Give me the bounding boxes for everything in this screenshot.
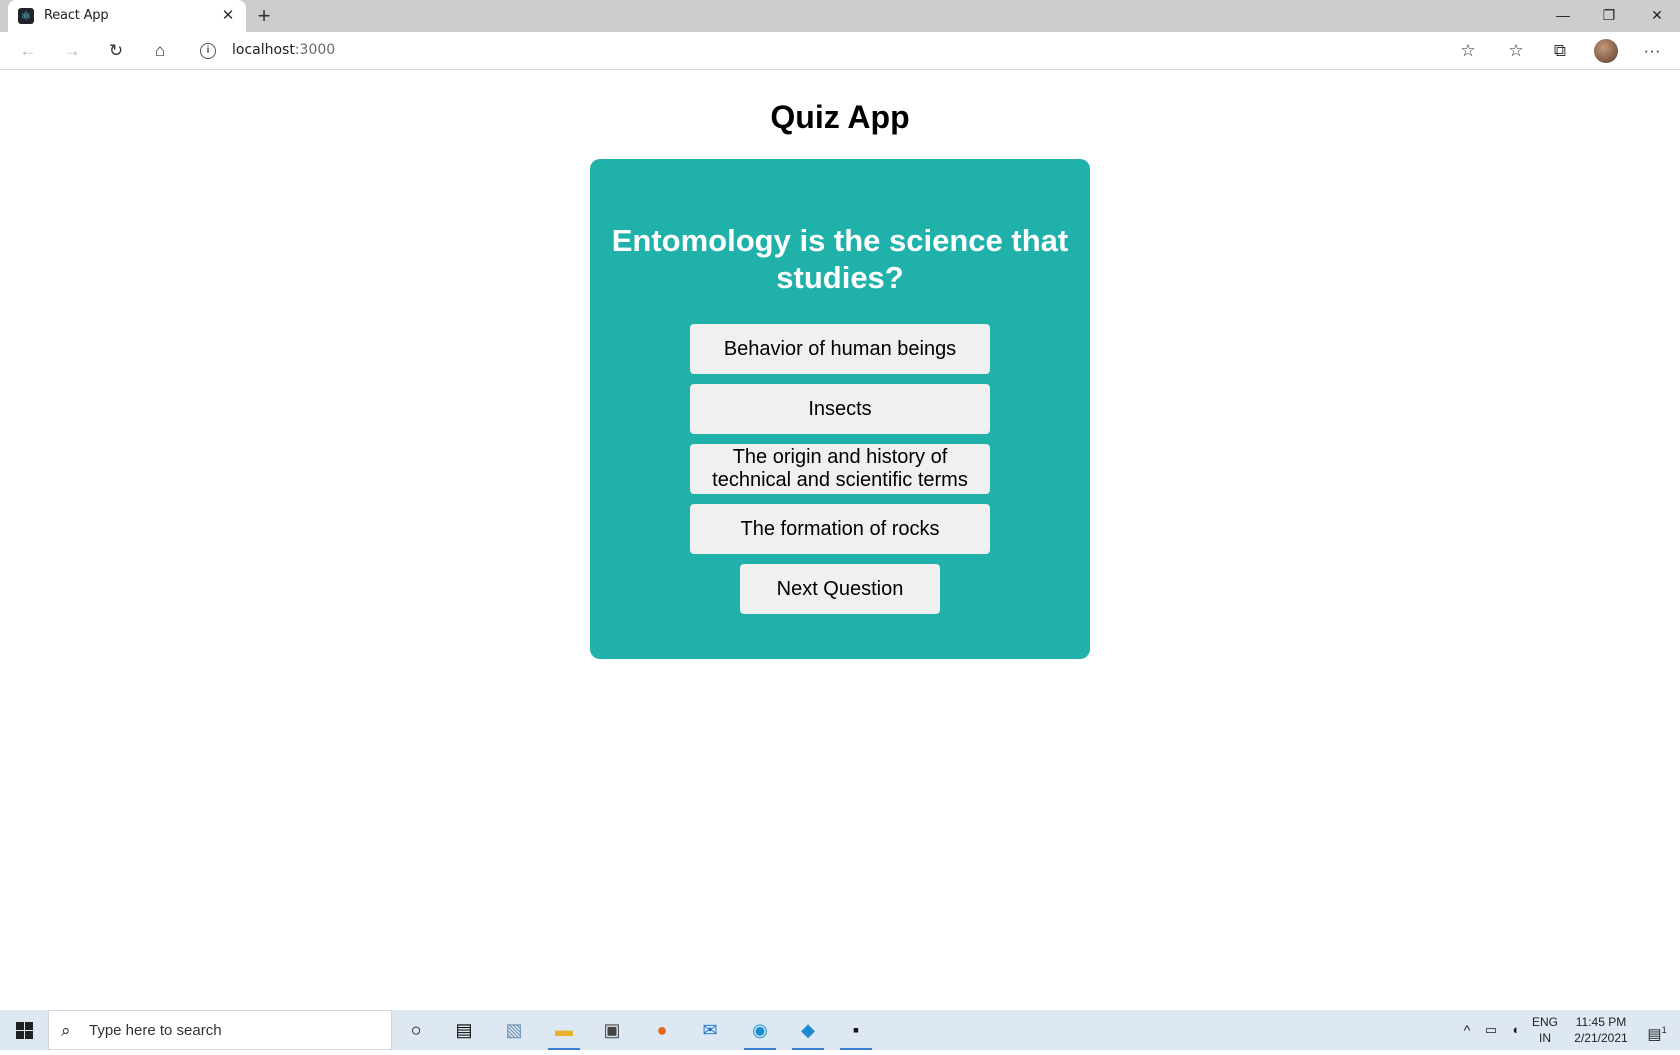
firefox-icon[interactable]: ● — [642, 1015, 682, 1045]
profile-avatar[interactable] — [1594, 39, 1618, 63]
start-button[interactable] — [0, 1010, 48, 1050]
quiz-card: Entomology is the science that studies? … — [590, 159, 1090, 659]
edge-icon[interactable]: ◉ — [740, 1015, 780, 1050]
network-icon[interactable]: ▭ — [1480, 1010, 1502, 1050]
photos-icon[interactable]: ▧ — [494, 1015, 534, 1045]
windows-logo-icon — [15, 1021, 33, 1039]
address-url[interactable]: localhost:3000 — [232, 42, 335, 58]
search-placeholder: Type here to search — [89, 1022, 222, 1039]
file-explorer-icon[interactable]: ▬ — [544, 1015, 584, 1050]
search-icon: ⌕ — [61, 1021, 71, 1040]
react-favicon-icon: ⚛ — [18, 8, 34, 24]
language-code: ENG — [1531, 1015, 1558, 1029]
address-port: :3000 — [294, 42, 336, 58]
notifications-icon[interactable]: ▤1 — [1640, 1010, 1674, 1050]
page-viewport: Quiz App Entomology is the science that … — [0, 71, 1680, 1010]
new-tab-icon[interactable]: + — [252, 4, 276, 28]
close-window-icon[interactable]: ✕ — [1634, 0, 1680, 32]
back-icon[interactable]: ← — [14, 38, 42, 64]
restore-icon[interactable]: ❐ — [1586, 0, 1632, 32]
volume-icon[interactable]: ◖ — [1504, 1010, 1526, 1050]
address-host: localhost — [232, 42, 295, 58]
page-title: Quiz App — [770, 99, 910, 135]
task-view-icon[interactable]: ▤ — [444, 1015, 484, 1045]
notification-count: 1 — [1661, 1025, 1667, 1035]
collections-icon[interactable]: ⧉ — [1546, 38, 1574, 64]
address-bar[interactable]: i localhost:3000 — [188, 35, 1488, 67]
answer-button-4[interactable]: The formation of rocks — [690, 504, 990, 554]
store-icon[interactable]: ▣ — [592, 1015, 632, 1045]
language-indicator[interactable]: ENG IN — [1528, 1010, 1562, 1050]
cortana-icon[interactable]: ○ — [396, 1015, 436, 1045]
show-hidden-icons-icon[interactable]: ^ — [1456, 1010, 1478, 1050]
terminal-icon[interactable]: ▪ — [836, 1015, 876, 1050]
answer-button-1[interactable]: Behavior of human beings — [690, 324, 990, 374]
tab-title: React App — [44, 8, 109, 23]
clock[interactable]: 11:45 PM 2/21/2021 — [1564, 1010, 1638, 1050]
add-favorite-icon[interactable]: ☆ — [1454, 38, 1482, 64]
taskbar-search[interactable]: ⌕ Type here to search — [48, 1010, 392, 1050]
next-question-button[interactable]: Next Question — [740, 564, 940, 614]
clock-time: 11:45 PM — [1575, 1015, 1627, 1029]
forward-icon[interactable]: → — [58, 38, 86, 64]
mail-icon[interactable]: ✉ — [690, 1015, 730, 1045]
minimize-icon[interactable]: — — [1540, 0, 1586, 32]
language-region: IN — [1539, 1031, 1551, 1045]
windows-taskbar: ⌕ Type here to search ○ ▤ ▧ ▬ ▣ ● ✉ ◉ ◆ … — [0, 1010, 1680, 1050]
site-info-icon[interactable]: i — [200, 43, 216, 59]
answer-button-3[interactable]: The origin and history of technical and … — [690, 444, 990, 494]
clock-date: 2/21/2021 — [1574, 1031, 1628, 1045]
home-icon[interactable]: ⌂ — [146, 38, 174, 64]
browser-toolbar: ← → ↻ ⌂ i localhost:3000 ☆ ☆ ⧉ ··· — [0, 32, 1680, 70]
refresh-icon[interactable]: ↻ — [102, 38, 130, 64]
question-text: Entomology is the science that studies? — [611, 223, 1069, 295]
favorites-icon[interactable]: ☆ — [1502, 38, 1530, 64]
close-tab-icon[interactable]: ✕ — [218, 6, 238, 26]
browser-tab[interactable]: ⚛ React App ✕ — [8, 0, 246, 32]
more-icon[interactable]: ··· — [1638, 38, 1666, 64]
answer-button-2[interactable]: Insects — [690, 384, 990, 434]
vscode-icon[interactable]: ◆ — [788, 1015, 828, 1050]
browser-titlebar: ⚛ React App ✕ + — ❐ ✕ — [0, 0, 1680, 32]
